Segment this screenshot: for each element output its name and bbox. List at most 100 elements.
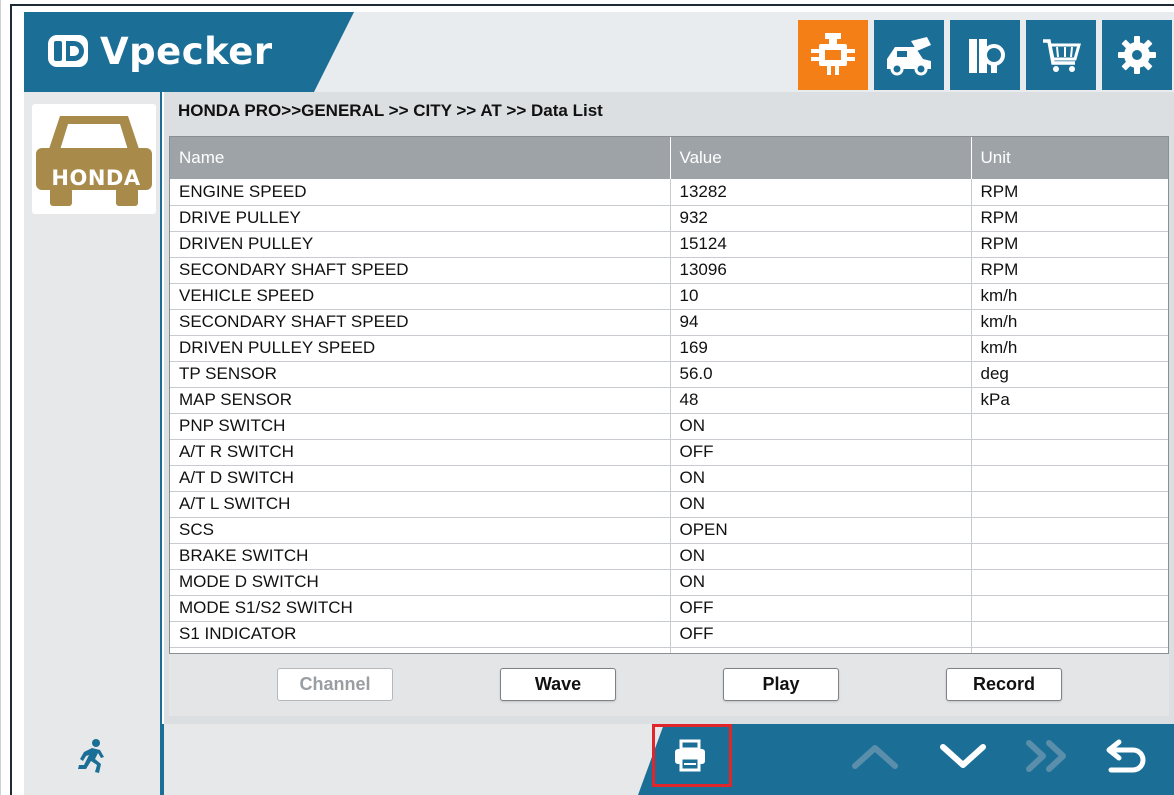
nav-car-service-button[interactable] [874,20,944,90]
nav-manual-button[interactable] [950,20,1020,90]
cell-unit: km/h [971,283,1168,310]
cell-value: OPEN [670,517,972,544]
table-row[interactable]: MODE S1/S2 SWITCH OFF [170,595,1168,622]
data-table: Name Value Unit ENGINE SPEED 13282 RPM DRIV… [170,137,1168,653]
table-row[interactable]: A/T L SWITCH ON [170,491,1168,518]
table-header-row: Name Value Unit [170,137,1168,179]
cell-name: ENGINE SPEED [170,179,671,206]
record-button[interactable]: Record [946,668,1062,701]
cell-value: 13096 [670,257,972,284]
table-row[interactable]: DRIVEN PULLEY 15124 RPM [170,231,1168,258]
cell-value: OFF [670,621,972,648]
cell-value: 169 [670,335,972,362]
cell-value: ON [670,543,972,570]
cell-unit [971,543,1168,570]
table-row[interactable]: BRAKE SWITCH ON [170,543,1168,570]
cell-name: SECONDARY SHAFT SPEED [170,309,671,336]
page-down-icon [937,740,989,777]
cell-value: ON [670,569,972,596]
column-header-value: Value [670,137,972,179]
cell-value: 10 [670,283,972,310]
cell-unit [971,621,1168,648]
diagnose-icon [807,29,859,81]
page-up-button[interactable] [840,730,910,786]
footer-light-band [164,724,664,795]
table-row[interactable]: ENGINE SPEED 13282 RPM [170,179,1168,206]
table-row[interactable]: TP SENSOR 56.0 deg [170,361,1168,388]
cell-name: DRIVEN PULLEY SPEED [170,335,671,362]
cell-name: A/T L SWITCH [170,491,671,518]
cell-name: VEHICLE SPEED [170,283,671,310]
play-button[interactable]: Play [723,668,839,701]
table-row[interactable]: VEHICLE SPEED 10 km/h [170,283,1168,310]
table-row[interactable]: DRIVE PULLEY 932 RPM [170,205,1168,232]
cell-value: ON [670,465,972,492]
wave-button[interactable]: Wave [500,668,616,701]
cell-value: ON [670,491,972,518]
gear-icon [1115,33,1159,77]
channel-button[interactable]: Channel [277,668,393,701]
table-row[interactable]: MAP SENSOR 48 kPa [170,387,1168,414]
cell-unit [971,465,1168,492]
page-down-button[interactable] [928,730,998,786]
cell-name: MAP SENSOR [170,387,671,414]
cell-empty [170,647,671,653]
data-list-panel: HONDA PRO>>GENERAL >> CITY >> AT >> Data… [164,92,1174,724]
cell-unit [971,517,1168,544]
camera-icon [750,738,790,779]
cell-value: OFF [670,595,972,622]
nav-diagnose-button[interactable] [798,20,868,90]
cell-unit [971,569,1168,596]
table-row[interactable]: A/T R SWITCH OFF [170,439,1168,466]
cell-name: MODE D SWITCH [170,569,671,596]
print-button[interactable] [660,730,720,786]
exit-run-icon [72,737,112,782]
screenshot-button[interactable] [740,730,800,786]
cell-name: BRAKE SWITCH [170,543,671,570]
table-row[interactable]: S1 INDICATOR OFF [170,621,1168,648]
book-search-icon [963,33,1007,77]
nav-settings-button[interactable] [1102,20,1172,90]
cell-unit: RPM [971,179,1168,206]
cell-empty [670,647,972,653]
cell-unit: RPM [971,257,1168,284]
logo-mark-icon [46,29,90,73]
table-row[interactable]: A/T D SWITCH ON [170,465,1168,492]
data-table-container[interactable]: Name Value Unit ENGINE SPEED 13282 RPM DRIV… [169,136,1169,654]
cell-unit: kPa [971,387,1168,414]
window-edge [0,0,1,795]
cell-name: TP SENSOR [170,361,671,388]
table-row[interactable]: PNP SWITCH ON [170,413,1168,440]
cell-value: 932 [670,205,972,232]
table-row[interactable] [170,647,1168,653]
exit-button[interactable] [24,724,162,795]
cell-unit: RPM [971,231,1168,258]
app-logo: Vpecker [46,26,273,76]
back-button[interactable] [1090,730,1160,786]
nav-shop-button[interactable] [1026,20,1096,90]
table-row[interactable]: SCS OPEN [170,517,1168,544]
cell-name: DRIVEN PULLEY [170,231,671,258]
table-row[interactable]: MODE D SWITCH ON [170,569,1168,596]
fast-forward-icon [1023,738,1075,779]
cart-icon [1039,33,1083,77]
column-header-unit: Unit [971,137,1168,179]
sidebar: HONDA [24,92,162,724]
table-row[interactable]: DRIVEN PULLEY SPEED 169 km/h [170,335,1168,362]
cell-empty [971,647,1168,653]
cell-value: OFF [670,439,972,466]
brand-card[interactable]: HONDA [32,104,156,214]
breadcrumb: HONDA PRO>>GENERAL >> CITY >> AT >> Data… [178,101,603,120]
table-row[interactable]: SECONDARY SHAFT SPEED 13096 RPM [170,257,1168,284]
fast-forward-button[interactable] [1014,730,1084,786]
cell-name: MODE S1/S2 SWITCH [170,595,671,622]
cell-unit [971,491,1168,518]
cell-name: A/T R SWITCH [170,439,671,466]
action-bar: Channel Wave Play Record [169,654,1169,716]
back-icon [1101,736,1149,781]
car-brand-icon [36,116,152,206]
cell-value: 48 [670,387,972,414]
cell-unit [971,413,1168,440]
logo-text: Vpecker [100,29,273,73]
table-row[interactable]: SECONDARY SHAFT SPEED 94 km/h [170,309,1168,336]
